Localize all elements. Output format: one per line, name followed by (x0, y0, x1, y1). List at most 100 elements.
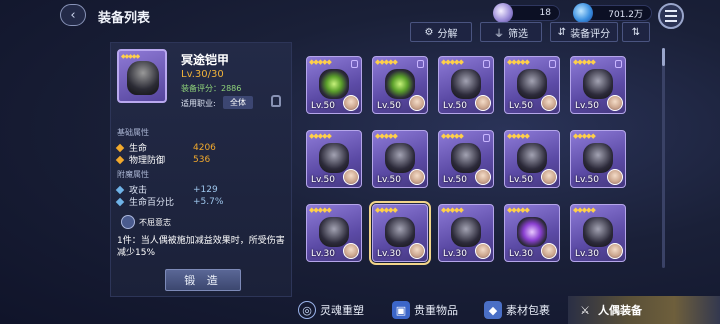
valuables-chest-icon: ▣ (392, 301, 410, 319)
equipment-card[interactable]: ◆◆◆◆◆ Lv.50 (438, 56, 494, 114)
equipment-card[interactable]: ◆◆◆◆◆ Lv.30 (306, 204, 362, 262)
forge-button[interactable]: 锻 造 (165, 269, 241, 291)
equipment-icon (517, 69, 547, 99)
lock-icon (483, 134, 490, 142)
sort-order-icon: ⇅ (631, 26, 641, 38)
rarity-stars: ◆◆◆◆◆ (573, 132, 596, 140)
rarity-stars: ◆◆◆◆◆ (309, 132, 332, 140)
equipment-level: Lv.50 (575, 175, 599, 185)
equipment-icon (517, 217, 547, 247)
enchant-attributes-heading: 附魔属性 (117, 170, 149, 179)
back-button[interactable]: ‹ (60, 4, 86, 26)
rarity-stars: ◆◆◆◆◆ (507, 58, 530, 66)
nav-material-bag[interactable]: ◆ 素材包裹 (484, 296, 550, 324)
scrollbar[interactable] (662, 48, 665, 268)
job-label: 适用职业: (181, 99, 216, 108)
rarity-stars: ◆◆◆◆◆ (573, 58, 596, 66)
equipment-level: Lv.30 (443, 249, 467, 259)
equipment-level: Lv.30 (377, 249, 401, 259)
nav-soul-reshape[interactable]: ◎ 灵魂重塑 (298, 296, 364, 324)
sort-score-button[interactable]: ⇵ 装备评分 (550, 22, 618, 42)
shield-icon (121, 215, 135, 229)
sort-order-button[interactable]: ⇅ (622, 22, 650, 42)
lock-icon (615, 60, 622, 68)
equipment-icon (451, 69, 481, 99)
rarity-stars: ◆◆◆◆◆ (375, 206, 398, 214)
equipment-card[interactable]: ◆◆◆◆◆ Lv.50 (306, 56, 362, 114)
equipment-card[interactable]: ◆◆◆◆◆ Lv.30 (369, 201, 431, 265)
rarity-stars: ◆◆◆◆◆ (441, 132, 464, 140)
equipment-card[interactable]: ◆◆◆◆◆ Lv.50 (372, 56, 428, 114)
equipment-card[interactable]: ◆◆◆◆◆ Lv.50 (504, 130, 560, 188)
nav-valuables[interactable]: ▣ 贵重物品 (392, 296, 458, 324)
decompose-button[interactable]: ⚙ 分解 (410, 22, 472, 42)
equipment-icon (319, 143, 349, 173)
equipment-level: Lv.50 (575, 101, 599, 111)
menu-button[interactable] (658, 3, 684, 29)
equipment-card[interactable]: ◆◆◆◆◆ Lv.50 (438, 130, 494, 188)
stat-value: 536 (193, 154, 211, 165)
rarity-stars: ◆◆◆◆◆ (375, 58, 398, 66)
equipment-icon (583, 143, 613, 173)
equipped-doll-avatar (607, 243, 623, 259)
job-tag: 全体 (223, 96, 253, 109)
item-level: Lv.30/30 (181, 69, 224, 80)
stat-row: 生命百分比 +5.7% (115, 195, 223, 208)
scrollbar-thumb[interactable] (662, 48, 665, 66)
equipment-card[interactable]: ◆◆◆◆◆ Lv.30 (570, 204, 626, 262)
equipped-doll-avatar (343, 169, 359, 185)
equipment-card[interactable]: ◆◆◆◆◆ Lv.30 (438, 204, 494, 262)
rarity-stars: ◆◆◆◆◆ (441, 58, 464, 66)
lock-icon (549, 60, 556, 68)
equipped-doll-avatar (607, 169, 623, 185)
page-title: 装备列表 (98, 11, 151, 26)
decompose-label: 分解 (437, 28, 458, 40)
nav-doll-equipment[interactable]: ⚔ 人偶装备 (568, 296, 720, 324)
armor-icon (127, 61, 159, 95)
equipment-card[interactable]: ◆◆◆◆◆ Lv.50 (570, 130, 626, 188)
stat-diamond-icon (115, 143, 125, 152)
filter-label: 筛选 (508, 28, 528, 40)
equipment-card[interactable]: ◆◆◆◆◆ Lv.50 (504, 56, 560, 114)
equipped-doll-avatar (409, 95, 425, 111)
lock-icon[interactable] (271, 95, 281, 107)
equipped-doll-avatar (541, 95, 557, 111)
equipment-icon (451, 143, 481, 173)
crystal-currency: 18 (493, 3, 560, 23)
doll-equipment-icon: ⚔ (580, 303, 590, 317)
stat-diamond-icon (115, 155, 125, 164)
sort-icon: ⇵ (557, 26, 567, 38)
equipment-card[interactable]: ◆◆◆◆◆ Lv.50 (372, 130, 428, 188)
menu-bar (665, 10, 677, 12)
crystal-icon (493, 3, 513, 23)
equipped-doll-avatar (409, 243, 425, 259)
nav-label: 贵重物品 (414, 304, 458, 317)
selected-item-icon: ◆◆◆◆◆ (117, 49, 167, 103)
crystal-count: 18 (539, 8, 551, 18)
equipped-doll-avatar (343, 243, 359, 259)
stat-row: 物理防御 536 (115, 153, 211, 166)
item-score: 装备评分：2886 (181, 84, 242, 93)
set-skill-description: 1件：当人偶被施加减益效果时，所受伤害减少15% (117, 236, 285, 258)
gem-currency: 701.2万 (573, 3, 652, 23)
back-arrow-icon: ‹ (70, 7, 76, 23)
equipped-doll-avatar (475, 243, 491, 259)
equipment-level: Lv.50 (377, 175, 401, 185)
equipment-card[interactable]: ◆◆◆◆◆ Lv.50 (306, 130, 362, 188)
set-skill-name: 不屈意志 (139, 218, 171, 227)
soul-reshape-icon: ◎ (298, 301, 316, 319)
equipped-doll-avatar (409, 169, 425, 185)
equipment-card[interactable]: ◆◆◆◆◆ Lv.50 (570, 56, 626, 114)
equipped-doll-avatar (475, 95, 491, 111)
equipment-icon (583, 217, 613, 247)
stat-diamond-icon (115, 197, 125, 206)
equipped-doll-avatar (343, 95, 359, 111)
filter-button[interactable]: ⏚ 筛选 (480, 22, 542, 42)
stat-value: +129 (193, 184, 218, 195)
equipment-icon (319, 217, 349, 247)
rarity-stars: ◆◆◆◆◆ (309, 58, 332, 66)
equipped-doll-avatar (607, 95, 623, 111)
equipment-level: Lv.30 (575, 249, 599, 259)
stat-value: 4206 (193, 142, 216, 153)
equipment-card[interactable]: ◆◆◆◆◆ Lv.30 (504, 204, 560, 262)
